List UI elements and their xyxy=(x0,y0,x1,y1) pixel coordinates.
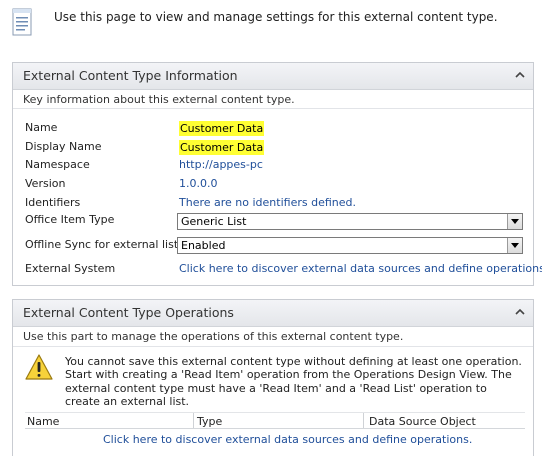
external-system-label: External System xyxy=(25,262,116,275)
external-system-link[interactable]: Click here to discover external data sou… xyxy=(179,262,542,275)
office-item-type-label: Office Item Type xyxy=(25,213,115,226)
offline-sync-select[interactable]: Enabled xyxy=(177,237,523,254)
display-name-label: Display Name xyxy=(25,140,102,153)
info-panel-title: External Content Type Information xyxy=(23,68,238,83)
column-header-data-source-object[interactable]: Data Source Object xyxy=(369,415,476,428)
operations-panel-header[interactable]: External Content Type Operations xyxy=(13,300,533,327)
operations-panel-title: External Content Type Operations xyxy=(23,305,234,320)
info-panel: External Content Type Information Key in… xyxy=(12,62,542,286)
namespace-value: http://appes-pc xyxy=(179,158,263,171)
page-intro-text: Use this page to view and manage setting… xyxy=(54,10,498,24)
discover-data-sources-link[interactable]: Click here to discover external data sou… xyxy=(103,433,472,446)
column-header-type[interactable]: Type xyxy=(197,415,222,428)
identifiers-link[interactable]: There are no identifiers defined. xyxy=(179,196,356,209)
info-panel-description: Key information about this external cont… xyxy=(13,90,533,109)
identifiers-label: Identifiers xyxy=(25,196,81,209)
chevron-up-icon[interactable] xyxy=(515,307,525,317)
operations-panel: External Content Type Operations Use thi… xyxy=(12,299,534,456)
dropdown-arrow-icon[interactable] xyxy=(507,214,522,229)
version-value: 1.0.0.0 xyxy=(179,177,218,190)
warning-message: You cannot save this external content ty… xyxy=(65,355,522,408)
info-panel-header[interactable]: External Content Type Information xyxy=(13,63,533,90)
name-label: Name xyxy=(25,121,58,134)
display-name-value: Customer Data xyxy=(179,140,265,155)
namespace-label: Namespace xyxy=(25,158,90,171)
name-value: Customer Data xyxy=(179,121,265,136)
document-page-icon xyxy=(12,8,32,36)
version-label: Version xyxy=(25,177,66,190)
offline-sync-label: Offline Sync for external list xyxy=(25,238,179,251)
chevron-up-icon[interactable] xyxy=(515,70,525,80)
operations-panel-description: Use this part to manage the operations o… xyxy=(23,330,404,343)
column-header-name[interactable]: Name xyxy=(27,415,59,428)
dropdown-arrow-icon[interactable] xyxy=(507,238,522,253)
office-item-type-select[interactable]: Generic List xyxy=(177,213,523,230)
warning-icon xyxy=(25,354,53,380)
